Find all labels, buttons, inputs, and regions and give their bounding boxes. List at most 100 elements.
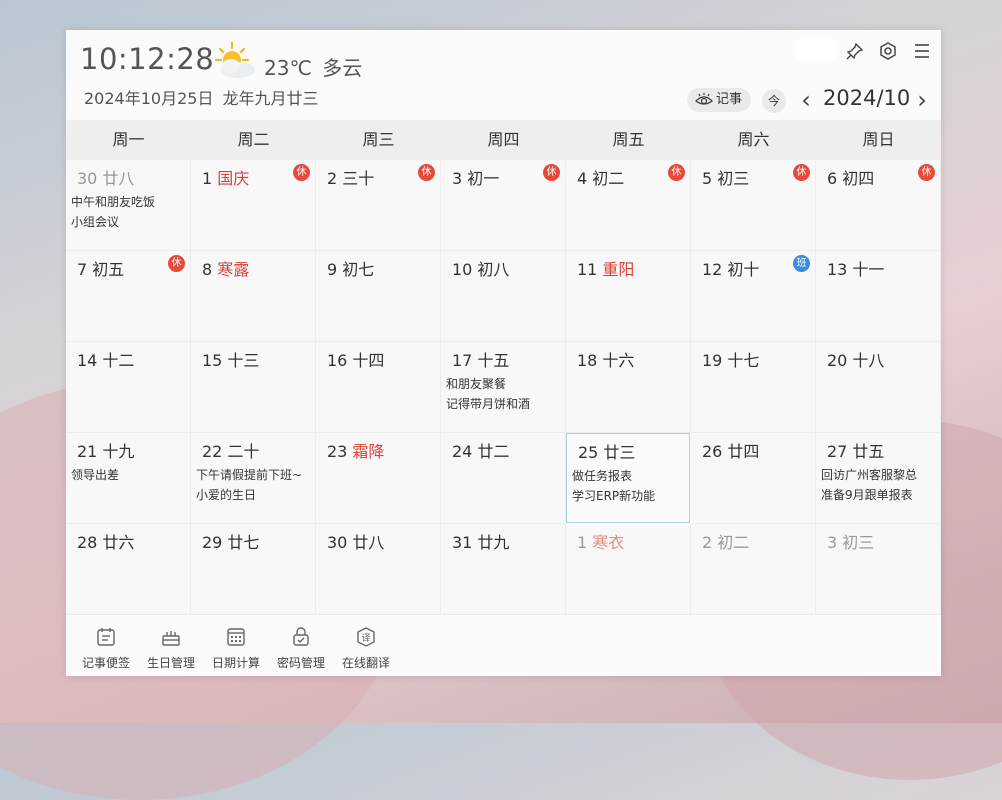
day-cell[interactable]: 25 廿三做任务报表学习ERP新功能: [566, 433, 690, 523]
day-cell[interactable]: 10 初八: [441, 251, 566, 342]
day-cell[interactable]: 30 廿八中午和朋友吃饭 小组会议: [66, 160, 191, 251]
lunar-day: 廿七: [227, 533, 260, 552]
day-cell[interactable]: 12 初十 班: [691, 251, 816, 342]
day-cell[interactable]: 31 廿九: [441, 524, 566, 615]
day-cell[interactable]: 21 十九 领导出差: [66, 433, 191, 524]
day-cell[interactable]: 2 三十 休: [316, 160, 441, 251]
notes-button[interactable]: 记事: [687, 88, 751, 112]
day-number: 6 初四: [827, 165, 874, 189]
tool-label: 记事便签: [81, 656, 130, 670]
solar-day: 12: [702, 260, 723, 279]
day-cell[interactable]: 17 十五和朋友聚餐记得带月饼和酒: [441, 342, 566, 433]
day-cell[interactable]: 16 十四: [316, 342, 441, 433]
lunar-day: 初一: [467, 169, 500, 188]
day-number: 2 初二: [702, 529, 749, 553]
solar-day: 31: [452, 533, 473, 552]
tool-calendar-grid-button[interactable]: 日期计算: [206, 622, 266, 671]
day-number: 8 寒露: [202, 256, 249, 280]
weekday-label: 周六: [737, 130, 770, 149]
event-item[interactable]: 学习ERP新功能: [572, 487, 655, 504]
next-month-chevron-icon[interactable]: ›: [912, 84, 932, 116]
day-number: 15 十三: [202, 347, 259, 371]
solar-day: 14: [77, 351, 98, 370]
solar-day: 24: [452, 442, 473, 461]
day-number: 7 初五: [77, 256, 124, 280]
date-line: 2024年10月25日 龙年九月廿三: [84, 85, 319, 109]
day-cell[interactable]: 22 二十 下午请假提前下班~ 小爱的生日: [191, 433, 316, 524]
lunar-day: 十一: [852, 260, 885, 279]
day-number: 2 三十: [327, 165, 374, 189]
year-month-label[interactable]: 2024/10: [823, 86, 910, 110]
day-cell[interactable]: 28 廿六: [66, 524, 191, 615]
day-number: 18 十六: [577, 347, 634, 371]
day-cell[interactable]: 14 十二: [66, 342, 191, 433]
pin-icon[interactable]: [845, 42, 865, 62]
solar-day: 9: [327, 260, 338, 279]
day-cell[interactable]: 8 寒露: [191, 251, 316, 342]
day-number: 30 廿八: [77, 165, 134, 189]
menu-icon[interactable]: [912, 42, 932, 62]
day-cell[interactable]: 4 初二 休: [566, 160, 691, 251]
lunar-day: 三十: [342, 169, 375, 188]
day-number: 16 十四: [327, 347, 384, 371]
day-cell[interactable]: 20 十八: [816, 342, 941, 433]
day-cell[interactable]: 26 廿四: [691, 433, 816, 524]
holiday-badge: 休: [293, 164, 310, 181]
day-cell[interactable]: 29 廿七: [191, 524, 316, 615]
solar-day: 6: [827, 169, 838, 188]
day-cell[interactable]: 6 初四 休: [816, 160, 941, 251]
event-item[interactable]: 记得带月饼和酒: [446, 395, 530, 412]
event-item[interactable]: 下午请假提前下班~: [196, 466, 302, 483]
day-number: 4 初二: [577, 165, 624, 189]
event-item[interactable]: 和朋友聚餐: [446, 375, 506, 392]
day-number: 25 廿三: [578, 439, 635, 463]
solar-day: 3: [452, 169, 463, 188]
day-cell[interactable]: 19 十七: [691, 342, 816, 433]
day-number: 26 廿四: [702, 438, 759, 462]
day-cell[interactable]: 13 十一: [816, 251, 941, 342]
prev-month-chevron-icon[interactable]: ‹: [796, 84, 816, 116]
event-item[interactable]: 准备9月跟单报表: [821, 486, 913, 503]
day-cell[interactable]: 11 重阳: [566, 251, 691, 342]
lunar-day: 初四: [842, 169, 875, 188]
tool-cake-button[interactable]: 生日管理: [141, 622, 201, 671]
tool-lock-button[interactable]: 密码管理: [271, 622, 331, 671]
event-item[interactable]: 中午和朋友吃饭: [71, 193, 155, 210]
day-cell[interactable]: 24 廿二: [441, 433, 566, 524]
day-cell[interactable]: 7 初五 休: [66, 251, 191, 342]
event-item[interactable]: 回访广州客服黎总: [821, 466, 917, 483]
day-cell[interactable]: 27 廿五 回访广州客服黎总 准备9月跟单报表: [816, 433, 941, 524]
day-cell[interactable]: 2 初二: [691, 524, 816, 615]
lunar-day: 初二: [717, 533, 750, 552]
event-item[interactable]: 小爱的生日: [196, 486, 256, 503]
day-number: 24 廿二: [452, 438, 509, 462]
day-number: 19 十七: [702, 347, 759, 371]
header: 10:12:28 23℃ 多云 2024年10月25日 龙年九月廿三 记事 今 …: [66, 30, 941, 120]
solar-day: 2: [327, 169, 338, 188]
event-item[interactable]: 做任务报表: [572, 467, 632, 484]
tool-notepad-button[interactable]: 记事便签: [76, 622, 136, 671]
lunar-day: 二十: [227, 442, 260, 461]
day-cell[interactable]: 15 十三: [191, 342, 316, 433]
event-item[interactable]: 小组会议: [71, 213, 119, 230]
weekday-label: 周四: [487, 130, 520, 149]
day-cell[interactable]: 30 廿八: [316, 524, 441, 615]
day-cell[interactable]: 3 初一 休: [441, 160, 566, 251]
day-cell[interactable]: 23 霜降: [316, 433, 441, 524]
tool-translate-button[interactable]: 译在线翻译: [336, 622, 396, 671]
day-cell[interactable]: 3 初三: [816, 524, 941, 615]
day-number: 17 十五: [452, 347, 509, 371]
day-cell[interactable]: 1 寒衣: [566, 524, 691, 615]
clock-time: 10:12:28: [80, 42, 215, 76]
holiday-badge: 休: [418, 164, 435, 181]
weather-text: 23℃ 多云: [264, 52, 362, 81]
day-cell[interactable]: 9 初七: [316, 251, 441, 342]
today-button[interactable]: 今: [762, 89, 786, 113]
holiday-badge: 休: [918, 164, 935, 181]
day-cell[interactable]: 5 初三 休: [691, 160, 816, 251]
solar-day: 19: [702, 351, 723, 370]
settings-gear-icon[interactable]: [878, 42, 898, 62]
event-item[interactable]: 领导出差: [71, 466, 119, 483]
day-cell[interactable]: 1 国庆 休: [191, 160, 316, 251]
day-cell[interactable]: 18 十六: [566, 342, 691, 433]
